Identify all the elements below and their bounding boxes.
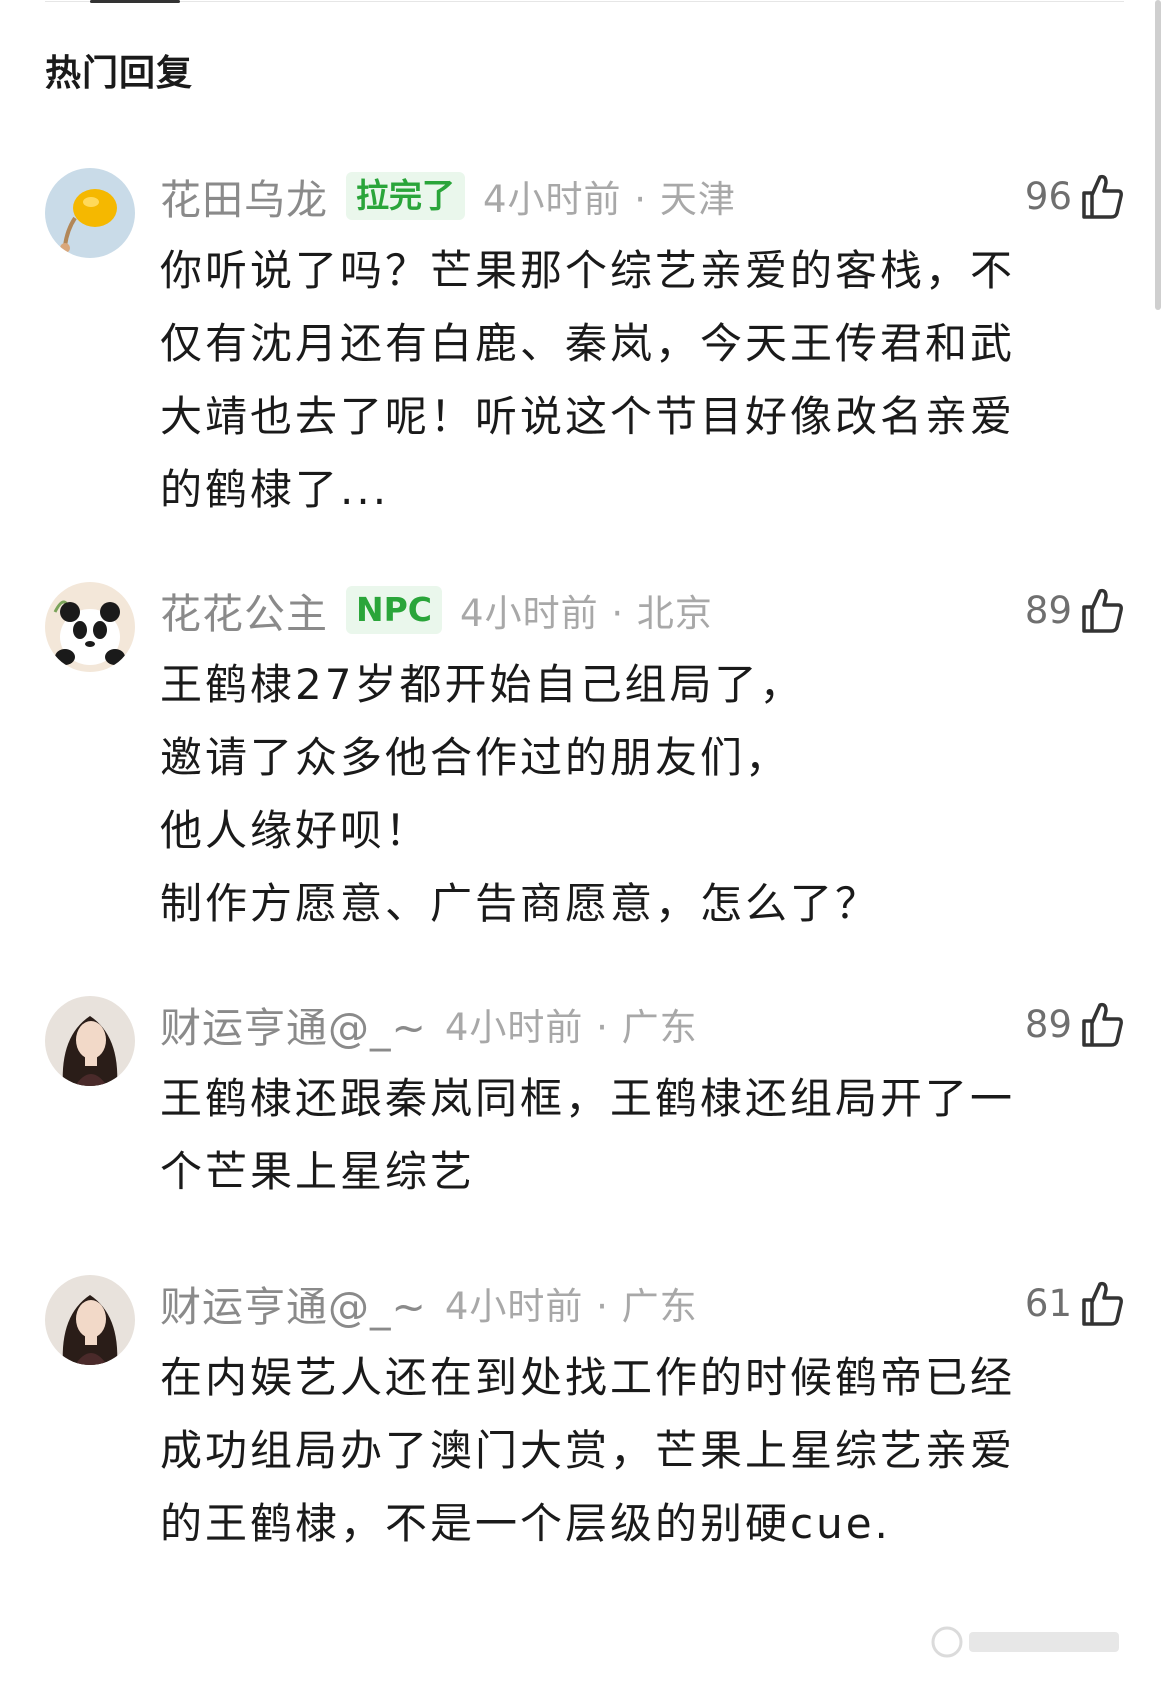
comment-line: 他人缘好呗！: [160, 806, 431, 855]
like-count: 89: [1024, 588, 1072, 632]
user-badge: 拉完了: [346, 172, 465, 220]
comment-line: 王鹤棣还跟秦岚同框，王鹤棣还组局开了一: [160, 1074, 1016, 1123]
username[interactable]: 花花公主: [160, 580, 328, 640]
comment-meta: 花田乌龙 拉完了 4小时前 · 天津: [160, 170, 736, 224]
comment-line: 在内娱艺人还在到处找工作的时候鹤帝已经: [160, 1353, 1016, 1402]
comment-line: 成功组局办了澳门大赏，芒果上星综艺亲爱: [160, 1426, 1016, 1475]
like-button[interactable]: 89: [1025, 996, 1124, 1052]
comment-line: 大靖也去了呢！听说这个节目好像改名亲爱: [160, 392, 1016, 441]
woman-portrait-avatar-icon: [45, 996, 135, 1086]
like-count: 89: [1024, 1002, 1072, 1046]
comment-meta: 财运亨通@_~ 4小时前 · 广东: [160, 1277, 698, 1331]
comment-text: 王鹤棣27岁都开始自己组局了， 邀请了众多他合作过的朋友们， 他人缘好呗！ 制作…: [160, 648, 1095, 940]
thumbs-up-icon[interactable]: [1080, 1280, 1124, 1326]
balloon-avatar-icon: [45, 168, 135, 258]
avatar[interactable]: [45, 582, 135, 672]
comment-text: 你听说了吗？芒果那个综艺亲爱的客栈，不 仅有沈月还有白鹿、秦岚，今天王传君和武 …: [160, 234, 1095, 526]
username[interactable]: 花田乌龙: [160, 166, 328, 226]
comment-text: 王鹤棣还跟秦岚同框，王鹤棣还组局开了一 个芒果上星综艺: [160, 1062, 1095, 1208]
comment-line: 的王鹤棣，不是一个层级的别硬cue.: [160, 1499, 891, 1548]
scrollbar[interactable]: [1155, 0, 1161, 310]
like-count: 96: [1024, 174, 1072, 218]
divider-line: [45, 1, 1124, 2]
comment-line: 制作方愿意、广告商愿意，怎么了？: [160, 879, 881, 928]
comment-line: 仅有沈月还有白鹿、秦岚，今天王传君和武: [160, 319, 1016, 368]
avatar[interactable]: [45, 996, 135, 1086]
user-badge: NPC: [346, 586, 443, 634]
time-location: 4小时前 · 北京: [460, 592, 713, 635]
thumbs-up-icon[interactable]: [1080, 1001, 1124, 1047]
like-button[interactable]: 96: [1025, 168, 1124, 224]
section-title: 热门回复: [45, 53, 194, 94]
username[interactable]: 财运亨通@_~: [160, 1273, 427, 1333]
comment-text: 在内娱艺人还在到处找工作的时候鹤帝已经 成功组局办了澳门大赏，芒果上星综艺亲爱 …: [160, 1341, 1095, 1560]
tab-indicator: [90, 0, 180, 3]
woman-portrait-avatar-icon: [45, 1275, 135, 1365]
like-button[interactable]: 61: [1025, 1275, 1124, 1331]
comment-line: 邀请了众多他合作过的朋友们，: [160, 733, 791, 782]
panda-avatar-icon: [45, 582, 135, 672]
avatar[interactable]: [45, 168, 135, 258]
time-location: 4小时前 · 广东: [444, 1285, 698, 1328]
username[interactable]: 财运亨通@_~: [160, 994, 427, 1054]
comment-meta: 财运亨通@_~ 4小时前 · 广东: [160, 998, 698, 1052]
avatar[interactable]: [45, 1275, 135, 1365]
comment-meta: 花花公主 NPC 4小时前 · 北京: [160, 584, 713, 638]
thumbs-up-icon[interactable]: [1080, 173, 1124, 219]
thumbs-up-icon[interactable]: [1080, 587, 1124, 633]
top-divider: [0, 0, 1169, 4]
comment-line: 你听说了吗？芒果那个综艺亲爱的客栈，不: [160, 246, 1016, 295]
comment-line: 的鹤棣了...: [160, 465, 390, 514]
comment-line: 王鹤棣27岁都开始自己组局了，: [160, 660, 805, 709]
like-button[interactable]: 89: [1025, 582, 1124, 638]
time-location: 4小时前 · 广东: [444, 1006, 698, 1049]
like-count: 61: [1024, 1281, 1072, 1325]
time-location: 4小时前 · 天津: [483, 178, 736, 221]
comment-line: 个芒果上星综艺: [160, 1147, 476, 1196]
watermark-logo: [929, 1624, 1129, 1660]
